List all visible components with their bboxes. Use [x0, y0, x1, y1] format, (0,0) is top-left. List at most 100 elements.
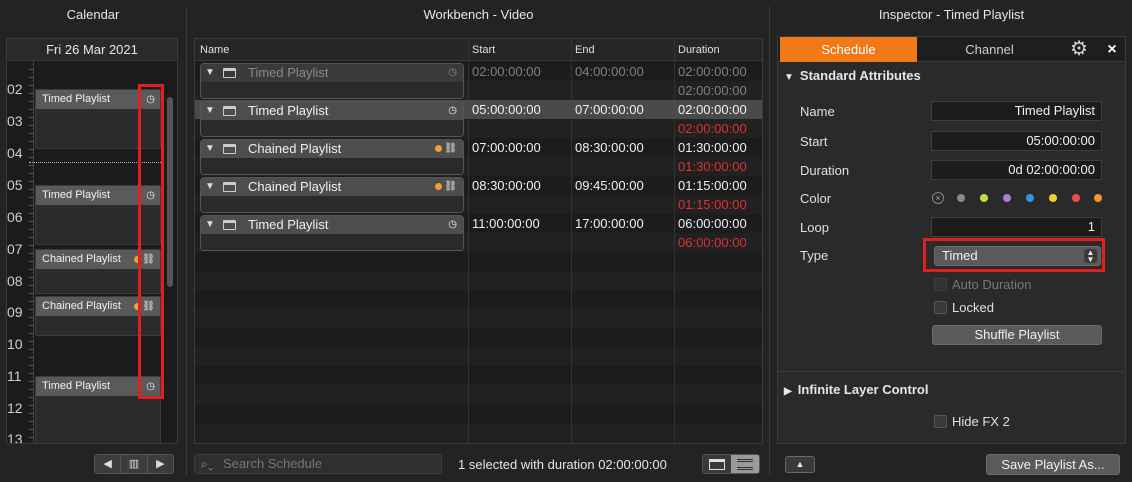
window-icon: [223, 106, 236, 116]
ruler-tick: [29, 205, 34, 206]
name-field[interactable]: Timed Playlist: [931, 101, 1102, 121]
hour-label: 05: [7, 177, 23, 193]
color-swatch[interactable]: [1049, 194, 1057, 202]
schedule-table[interactable]: Name Start End Duration ▼ Timed Playlist ◷…: [194, 38, 763, 444]
list-view-icon: [737, 458, 753, 470]
prev-day-button[interactable]: ◀: [95, 455, 122, 473]
tab-channel[interactable]: Channel: [919, 37, 1060, 62]
table-row-selected[interactable]: ▼ Timed Playlist ◷ 05:00:00:00 07:00:00:00…: [195, 100, 762, 138]
next-day-button[interactable]: ▶: [147, 455, 173, 473]
color-swatch[interactable]: [980, 194, 988, 202]
disclosure-triangle-icon[interactable]: ▼: [205, 178, 215, 196]
shuffle-playlist-button[interactable]: Shuffle Playlist: [932, 325, 1102, 345]
no-color-swatch[interactable]: ×: [932, 192, 944, 204]
ruler-tick: [29, 165, 34, 166]
ruler-tick: [29, 149, 34, 150]
ruler-tick: [29, 125, 34, 126]
ruler-tick: [29, 421, 34, 422]
duration-label: Duration: [800, 163, 850, 178]
color-swatch[interactable]: [1094, 194, 1102, 202]
list-view-button[interactable]: [731, 455, 759, 473]
collapse-triangle-icon: ▶: [784, 386, 792, 397]
workbench-title: Workbench - Video: [423, 7, 534, 22]
highlight-box: [138, 84, 164, 399]
status-dot: [435, 145, 442, 152]
event-label: Chained Playlist: [42, 300, 121, 312]
ruler-tick: [29, 221, 34, 222]
standard-attributes-header[interactable]: ▼ Standard Attributes: [784, 68, 921, 83]
close-icon[interactable]: ×: [1100, 37, 1124, 62]
ruler-tick: [29, 429, 34, 430]
column-duration[interactable]: Duration: [678, 44, 720, 56]
save-playlist-as-button[interactable]: Save Playlist As...: [986, 454, 1120, 475]
today-button[interactable]: ▥: [121, 455, 148, 473]
search-icon: ⌕⌄: [201, 457, 214, 471]
column-name[interactable]: Name: [200, 44, 229, 56]
ruler-tick: [29, 109, 34, 110]
hide-fx-checkbox[interactable]: [934, 415, 947, 428]
color-swatch[interactable]: [957, 194, 965, 202]
calendar-title: Calendar: [66, 7, 120, 22]
calendar-scrollbar[interactable]: [167, 97, 173, 287]
disclosure-triangle-icon[interactable]: ▼: [205, 64, 215, 82]
link-icon: ⛓: [444, 143, 457, 154]
clock-icon: ◷: [448, 219, 457, 230]
color-swatch[interactable]: [1072, 194, 1080, 202]
column-start[interactable]: Start: [472, 44, 495, 56]
table-stripe: [195, 423, 762, 442]
gear-icon[interactable]: ⚙: [1062, 37, 1096, 62]
row-duration-actual: 02:00:00:00: [678, 121, 747, 136]
ruler-tick: [29, 293, 34, 294]
row-end: 07:00:00:00: [575, 102, 644, 117]
ruler-tick: [29, 309, 34, 310]
row-name: Chained Playlist: [248, 179, 342, 194]
ruler-tick: [29, 101, 34, 102]
row-duration: 02:00:00:00: [678, 64, 747, 79]
table-stripe: [195, 328, 762, 347]
table-row[interactable]: ▼ Chained Playlist ⛓ 08:30:00:00 09:45:00:…: [195, 176, 762, 214]
loop-label: Loop: [800, 220, 829, 235]
table-row[interactable]: ▼ Timed Playlist ◷ 11:00:00:00 17:00:00:00…: [195, 214, 762, 252]
clock-icon: ◷: [448, 105, 457, 116]
window-icon: [223, 144, 236, 154]
ruler-tick: [29, 277, 34, 278]
playlist-name-cell: ▼ Chained Playlist ⛓: [200, 139, 464, 175]
locked-checkbox[interactable]: [934, 301, 947, 314]
table-row[interactable]: ▼ Chained Playlist ⛓ 07:00:00:00 08:30:00:…: [195, 138, 762, 176]
ruler-tick: [29, 237, 34, 238]
ruler-tick: [29, 373, 34, 374]
ruler-tick: [29, 301, 34, 302]
window-icon: [223, 220, 236, 230]
infinite-layer-header[interactable]: ▶ Infinite Layer Control: [784, 382, 928, 397]
disclosure-triangle-icon[interactable]: ▼: [205, 102, 215, 120]
ruler-tick: [29, 189, 34, 190]
color-swatch[interactable]: [1003, 194, 1011, 202]
table-row[interactable]: ▼ Timed Playlist ◷ 02:00:00:00 04:00:00:00…: [195, 62, 762, 100]
tab-schedule[interactable]: Schedule: [780, 37, 917, 62]
divider: [769, 6, 770, 476]
start-field[interactable]: 05:00:00:00: [931, 131, 1102, 151]
selection-status: 1 selected with duration 02:00:00:00: [458, 457, 667, 472]
playlist-name-cell: ▼ Timed Playlist ◷: [200, 215, 464, 251]
disclosure-triangle-icon[interactable]: ▼: [205, 140, 215, 158]
window-icon: [223, 182, 236, 192]
ruler-tick: [29, 413, 34, 414]
table-stripe: [195, 347, 762, 366]
type-label: Type: [800, 248, 829, 263]
duration-field[interactable]: 0d 02:00:00:00: [931, 160, 1102, 180]
color-swatch[interactable]: [1026, 194, 1034, 202]
search-schedule-input[interactable]: ⌕⌄ Search Schedule: [194, 454, 442, 474]
loop-field[interactable]: 1: [931, 217, 1102, 237]
table-stripe: [195, 366, 762, 385]
column-end[interactable]: End: [575, 44, 595, 56]
row-start: 02:00:00:00: [472, 64, 541, 79]
section-divider: [778, 371, 1125, 372]
ruler-tick: [29, 397, 34, 398]
row-start: 08:30:00:00: [472, 178, 541, 193]
ruler-tick: [29, 141, 34, 142]
auto-duration-checkbox[interactable]: [934, 278, 947, 291]
disclosure-triangle-icon[interactable]: ▼: [205, 216, 215, 234]
playlist-name-cell: ▼ Timed Playlist ◷: [200, 63, 464, 99]
single-view-button[interactable]: [703, 455, 731, 473]
expand-icon[interactable]: ▲: [785, 456, 815, 473]
